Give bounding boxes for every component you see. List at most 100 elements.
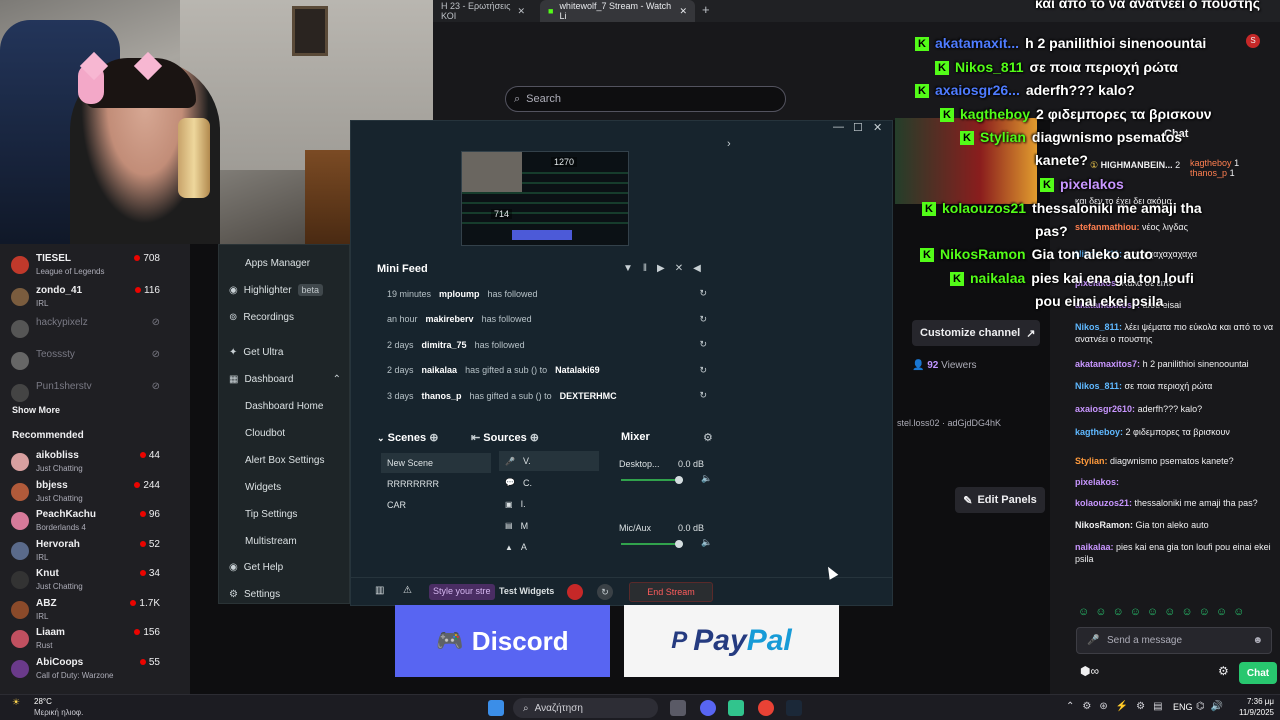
gear-icon[interactable]: ⚙ [703, 431, 713, 444]
menu-item[interactable]: ▦ Dashboard ⌃ [219, 367, 349, 391]
tray-icons[interactable]: ⌃⚙⊛⚡⚙▤ [1066, 701, 1171, 712]
discord-app-icon[interactable] [700, 700, 716, 716]
network-icon[interactable]: ⌬🔊 [1196, 701, 1229, 712]
mic-icon[interactable]: 🎤 [1087, 635, 1099, 646]
repeat-alert-icon[interactable]: ↻ [699, 390, 707, 401]
emote-icon[interactable]: ☻ [1252, 635, 1263, 646]
file-explorer-icon[interactable] [670, 700, 686, 716]
chat-send-button[interactable]: Chat [1239, 662, 1277, 684]
add-source-icon[interactable]: ⊕ [530, 432, 539, 444]
chat-username[interactable]: Stylian: [1075, 456, 1108, 466]
taskbar-search[interactable]: ⌕ Αναζήτηση [513, 698, 658, 718]
profile-avatar[interactable]: S [1246, 34, 1260, 48]
source-item[interactable]: 💬 C. [499, 473, 599, 493]
menu-item[interactable]: Multistream [219, 529, 349, 553]
browser-tab[interactable]: Η 23 - Ερωτήσεις ΚΟΙ ✕ [433, 0, 533, 22]
sidebar-channel[interactable]: bbjess Just Chatting 244 [0, 477, 190, 507]
source-item[interactable]: ▤ M [499, 516, 599, 536]
close-icon[interactable]: ✕ [873, 121, 882, 134]
scene-item[interactable]: RRRRRRRR [381, 474, 491, 494]
source-item[interactable]: 🎤 V. [499, 451, 599, 471]
chevron-right-icon[interactable]: › [727, 138, 731, 150]
new-tab-button[interactable]: + [702, 2, 710, 17]
close-icon[interactable]: ✕ [517, 6, 525, 17]
emote-bar[interactable]: ☺☺☺☺☺☺☺☺☺☺ [1078, 606, 1250, 618]
chat-username[interactable]: kolaouzos21: [1075, 498, 1132, 508]
steam-icon[interactable] [786, 700, 802, 716]
menu-item[interactable]: Dashboard Home [219, 394, 349, 418]
menu-item[interactable]: ⊚ Recordings [219, 305, 349, 329]
windows-start-icon[interactable] [488, 700, 504, 716]
discord-panel[interactable]: 🎮 Discord [395, 605, 610, 677]
clock-time[interactable]: 7:36 μμ [1238, 697, 1274, 706]
chat-username[interactable]: kagtheboy: [1075, 427, 1123, 437]
menu-item[interactable]: Apps Manager [219, 251, 349, 275]
language-indicator[interactable]: ENG [1173, 702, 1193, 712]
volume-knob[interactable] [675, 476, 683, 484]
sidebar-channel[interactable]: Pun1sherstv ⊘ [0, 378, 190, 408]
sidebar-channel[interactable]: Hervorah IRL 52 [0, 536, 190, 566]
source-item[interactable]: ▲ A [499, 537, 599, 557]
record-button[interactable] [567, 584, 583, 600]
replay-buffer-icon[interactable]: ↻ [597, 584, 613, 600]
menu-item[interactable]: ◉ Highlighter beta [219, 278, 349, 302]
scene-item[interactable]: CAR [381, 495, 491, 515]
menu-item[interactable]: Alert Box Settings [219, 448, 349, 472]
sidebar-channel[interactable]: aikobliss Just Chatting 44 [0, 447, 190, 477]
sidebar-channel[interactable]: AbiCoops Call of Duty: Warzone 55 [0, 654, 190, 684]
sidebar-channel[interactable]: Liaam Rust 156 [0, 624, 190, 654]
speaker-icon[interactable]: 🔈 [701, 537, 712, 548]
menu-item[interactable]: Cloudbot [219, 421, 349, 445]
clock-date[interactable]: 11/9/2025 [1228, 708, 1274, 717]
sidebar-channel[interactable]: zondo_41 IRL 116 [0, 282, 190, 312]
menu-item[interactable]: ✦ Get Ultra [219, 340, 349, 364]
chat-username[interactable]: pixelakos: [1075, 477, 1119, 487]
stats-icon[interactable]: ▥ [375, 585, 384, 596]
edit-panels-button[interactable]: ✎ Edit Panels [955, 487, 1045, 513]
chat-username[interactable]: naikalaa: [1075, 542, 1114, 552]
repeat-alert-icon[interactable]: ↻ [699, 314, 707, 325]
gear-icon[interactable]: ⚙ [1218, 664, 1229, 678]
chat-username[interactable]: axaiosgr2610: [1075, 404, 1135, 414]
chat-username[interactable]: Nikos_811: [1075, 322, 1122, 332]
volume-slider[interactable] [621, 543, 683, 545]
weather-temp[interactable]: 28°C [34, 697, 52, 706]
menu-item[interactable]: Tip Settings [219, 502, 349, 526]
chat-input[interactable]: 🎤 Send a message ☻ [1076, 627, 1272, 654]
preview-webcam-source[interactable] [462, 152, 522, 192]
sidebar-channel[interactable]: ABZ IRL 1.7K [0, 595, 190, 625]
sidebar-channel[interactable]: Knut Just Chatting 34 [0, 565, 190, 595]
sidebar-channel[interactable]: hackypixelz ⊘ [0, 314, 190, 344]
paypal-panel[interactable]: P Pay Pal [624, 605, 839, 677]
alert-icon[interactable]: ⚠ [403, 585, 412, 596]
menu-item[interactable]: ⚙ Settings [219, 582, 349, 606]
volume-knob[interactable] [675, 540, 683, 548]
sidebar-channel[interactable]: Teosssty ⊘ [0, 346, 190, 376]
chat-username[interactable]: stefanmathiou: [1075, 222, 1140, 232]
sidebar-channel[interactable]: TIESEL League of Legends 708 [0, 250, 190, 280]
add-scene-icon[interactable]: ⊕ [429, 432, 438, 444]
chat-username[interactable]: Nikos_811: [1075, 381, 1122, 391]
chat-username[interactable]: NikosRamon: [1075, 520, 1133, 530]
repeat-alert-icon[interactable]: ↻ [699, 339, 707, 350]
show-more-link[interactable]: Show More [12, 405, 60, 415]
weather-icon[interactable]: ☀ [12, 697, 20, 708]
close-icon[interactable]: ✕ [679, 6, 687, 17]
repeat-alert-icon[interactable]: ↻ [699, 288, 707, 299]
menu-item[interactable]: Widgets [219, 475, 349, 499]
chevron-down-icon[interactable]: ⌄ [377, 433, 385, 443]
feed-controls[interactable]: ▼‖▶✕◀ [623, 263, 711, 274]
customize-channel-button[interactable]: Customize channel ↗ [912, 320, 1040, 346]
repeat-alert-icon[interactable]: ↻ [699, 365, 707, 376]
bits-icon[interactable]: ⬢∞ [1080, 664, 1099, 678]
end-stream-button[interactable]: End Stream [629, 582, 713, 602]
scene-item[interactable]: New Scene [381, 453, 491, 473]
volume-slider[interactable] [621, 479, 683, 481]
style-your-stream-button[interactable]: Style your stre [429, 584, 495, 600]
maximize-icon[interactable]: ☐ [853, 121, 863, 134]
speaker-icon[interactable]: 🔈 [701, 473, 712, 484]
search-input[interactable]: ⌕ Search [505, 86, 786, 112]
browser-tab-active[interactable]: ■ whitewolf_7 Stream - Watch Li ✕ [540, 0, 695, 22]
chrome-icon[interactable] [758, 700, 774, 716]
stream-preview[interactable] [461, 151, 629, 246]
